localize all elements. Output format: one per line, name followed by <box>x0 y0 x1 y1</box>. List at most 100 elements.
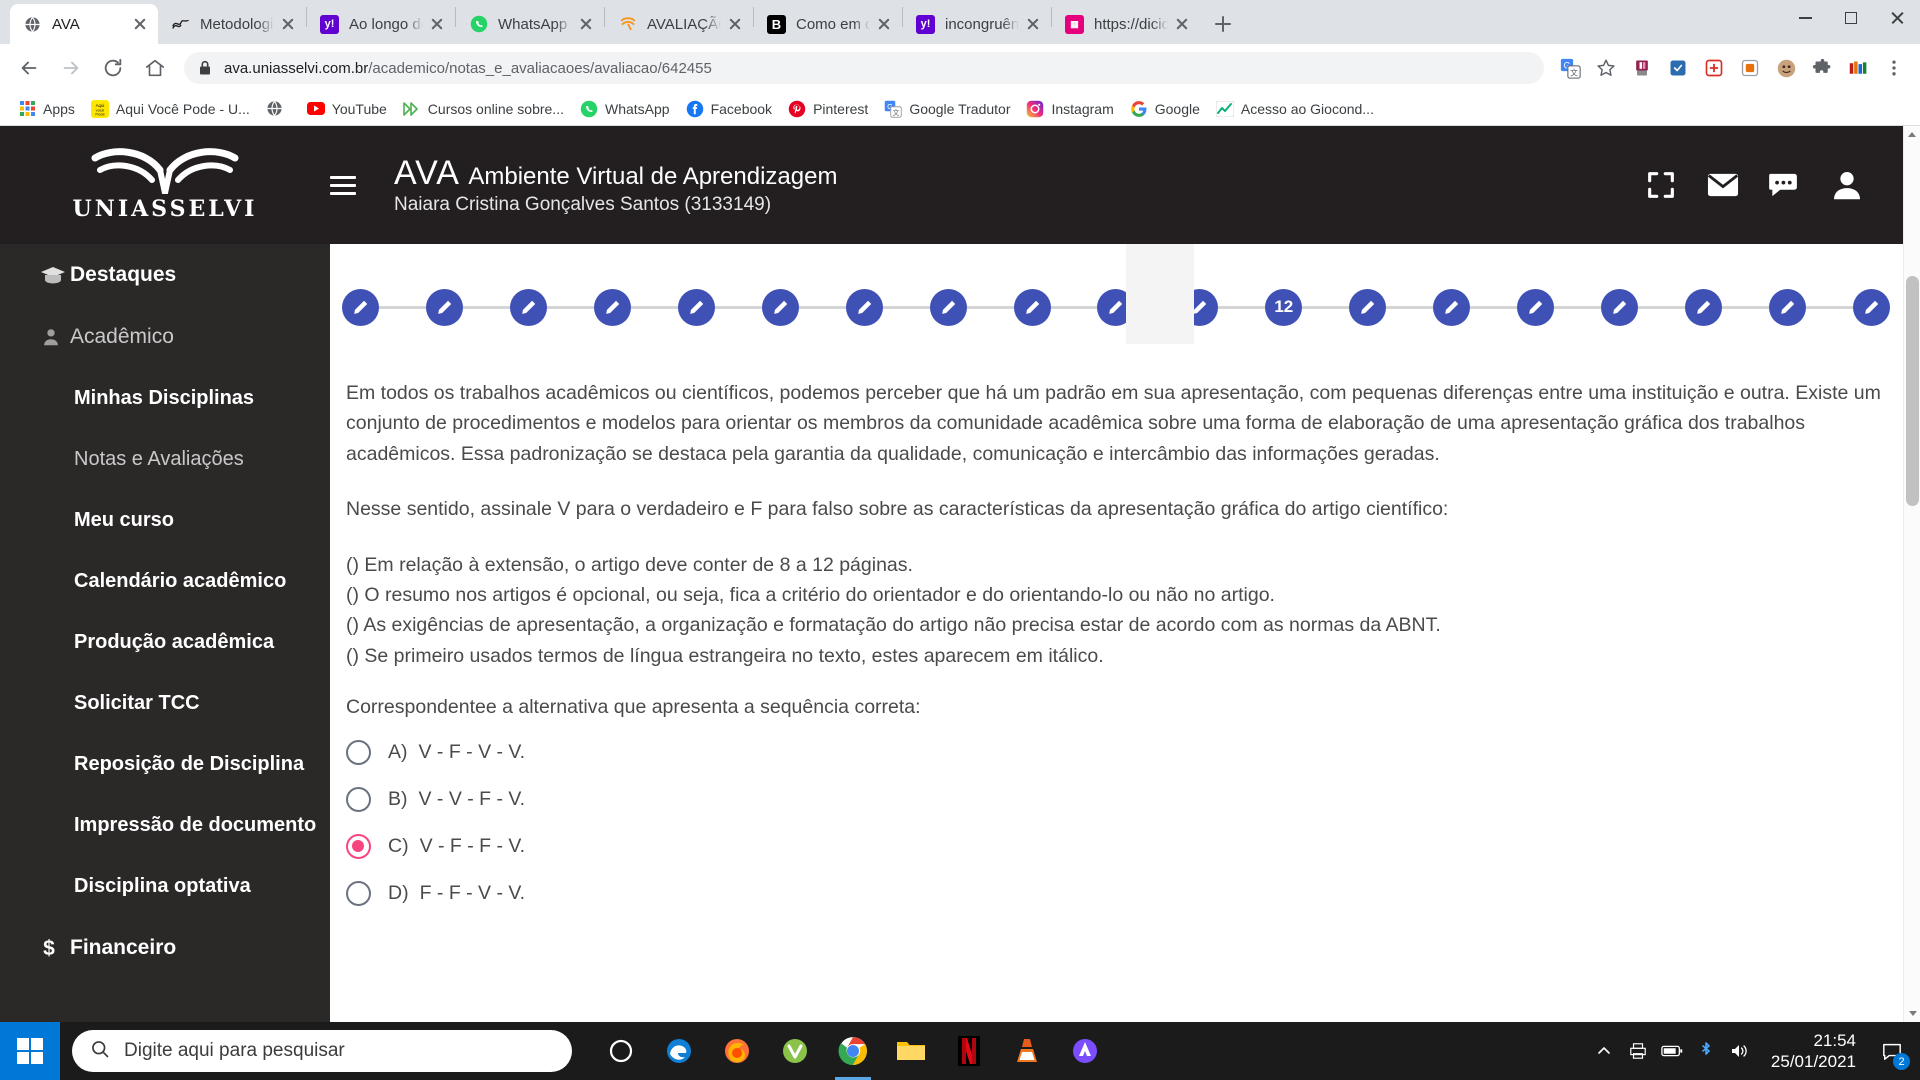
close-icon[interactable] <box>725 14 745 34</box>
taskbar-search-input[interactable]: Digite aqui para pesquisar <box>72 1030 572 1072</box>
radio-button-c-selected[interactable] <box>346 834 371 860</box>
close-icon[interactable] <box>1172 14 1192 34</box>
new-tab-button[interactable] <box>1206 7 1240 41</box>
menu-toggle[interactable] <box>330 171 356 200</box>
answer-option-a[interactable]: A) V - F - V - V. <box>346 729 1884 776</box>
vlc-icon[interactable] <box>998 1022 1056 1080</box>
bookmark-whatsapp[interactable]: WhatsApp <box>572 96 678 122</box>
browser-tab-whatsapp[interactable]: WhatsApp <box>456 4 604 44</box>
question-dot-14[interactable] <box>1433 288 1471 326</box>
extension-pink-icon[interactable] <box>1628 54 1656 82</box>
sidebar-item-impressao-de-documento[interactable]: Impressão de documento <box>0 795 330 856</box>
close-icon[interactable] <box>1023 14 1043 34</box>
question-dot-17[interactable] <box>1685 288 1722 326</box>
radio-button-a[interactable] <box>346 740 371 766</box>
forward-button[interactable] <box>53 50 89 86</box>
chrome-menu-icon[interactable] <box>1880 54 1908 82</box>
question-dot-4[interactable] <box>593 288 631 326</box>
extension-blue-icon[interactable] <box>1664 54 1692 82</box>
scrollbar-thumb[interactable] <box>1906 276 1919 506</box>
question-dot-19[interactable] <box>1852 288 1890 326</box>
volume-icon[interactable] <box>1723 1022 1757 1080</box>
scroll-down-arrow-icon[interactable] <box>1904 1005 1920 1022</box>
question-dot-8[interactable] <box>929 288 967 326</box>
sidebar-item-reposicao-de-disciplina[interactable]: Reposição de Disciplina <box>0 734 330 795</box>
address-bar[interactable]: ava.uniasselvi.com.br/academico/notas_e_… <box>184 52 1544 84</box>
bookmark-globe[interactable] <box>258 96 299 122</box>
question-dot-15[interactable] <box>1517 288 1555 326</box>
cortana-icon[interactable] <box>592 1022 650 1080</box>
reload-button[interactable] <box>95 50 131 86</box>
battery-icon[interactable] <box>1655 1022 1689 1080</box>
close-icon[interactable] <box>278 14 298 34</box>
extension-multicolor-icon[interactable] <box>1844 54 1872 82</box>
bookmark-google[interactable]: Google <box>1122 96 1208 122</box>
page-scrollbar[interactable] <box>1903 126 1920 1022</box>
sidebar-item-solicitar-tcc[interactable]: Solicitar TCC <box>0 673 330 734</box>
radio-button-b[interactable] <box>346 787 371 813</box>
question-dot-12-current[interactable]: 12 <box>1265 288 1303 326</box>
notification-center-button[interactable]: 2 <box>1870 1022 1914 1080</box>
translate-icon[interactable]: G文 <box>1556 54 1584 82</box>
sidebar-item-producao-academica[interactable]: Produção acadêmica <box>0 612 330 673</box>
bookmark-star-icon[interactable] <box>1592 54 1620 82</box>
extension-avatar-icon[interactable] <box>1772 54 1800 82</box>
home-button[interactable] <box>137 50 173 86</box>
sidebar-item-notas-e-avaliacoes[interactable]: Notas e Avaliações <box>0 429 330 490</box>
browser-tab-ao-longo-do[interactable]: y! Ao longo do <box>307 4 455 44</box>
answer-option-d[interactable]: D) F - F - V - V. <box>346 870 1884 917</box>
radio-button-d[interactable] <box>346 881 371 907</box>
maximize-button[interactable] <box>1828 0 1874 36</box>
sidebar-item-disciplina-optativa[interactable]: Disciplina optativa <box>0 856 330 917</box>
question-dot-6[interactable] <box>761 288 799 326</box>
edge-icon[interactable] <box>650 1022 708 1080</box>
avast-icon[interactable] <box>1056 1022 1114 1080</box>
browser-tab-ava[interactable]: AVA <box>10 4 158 44</box>
question-dot-5[interactable] <box>677 288 715 326</box>
browser-tab-dicio[interactable]: ▦ https://dicio <box>1052 4 1200 44</box>
sidebar-item-meu-curso[interactable]: Meu curso <box>0 490 330 551</box>
bookmark-apps[interactable]: Apps <box>10 96 83 122</box>
minimize-button[interactable] <box>1782 0 1828 36</box>
bookmark-instagram[interactable]: Instagram <box>1018 96 1121 122</box>
bookmark-cursos-online[interactable]: Cursos online sobre... <box>395 96 572 122</box>
browser-tab-incongruencia[interactable]: y! incongruênc <box>903 4 1051 44</box>
question-dot-3[interactable] <box>509 288 547 326</box>
uniasselvi-logo[interactable]: UNIASSELVI <box>0 148 330 222</box>
fullscreen-icon[interactable] <box>1630 154 1692 216</box>
question-dot-13[interactable] <box>1349 288 1387 326</box>
browser-tab-avaliacao[interactable]: AVALIAÇÃO <box>605 4 753 44</box>
netflix-icon[interactable] <box>940 1022 998 1080</box>
printer-icon[interactable] <box>1621 1022 1655 1080</box>
browser-tab-como-em-qu[interactable]: B Como em qu <box>754 4 902 44</box>
sidebar-item-destaques[interactable]: Destaques <box>0 244 330 306</box>
sidebar-item-academico[interactable]: Acadêmico <box>0 306 330 368</box>
bookmark-youtube[interactable]: YouTube <box>299 96 395 122</box>
vivaldi-icon[interactable] <box>766 1022 824 1080</box>
question-dot-9[interactable] <box>1013 288 1051 326</box>
back-button[interactable] <box>11 50 47 86</box>
question-dot-16[interactable] <box>1601 288 1639 326</box>
bookmark-facebook[interactable]: Facebook <box>678 96 780 122</box>
close-icon[interactable] <box>130 14 150 34</box>
extension-red-icon[interactable] <box>1700 54 1728 82</box>
question-dot-2[interactable] <box>425 288 463 326</box>
bookmark-acesso-giocond[interactable]: Acesso ao Giocond... <box>1208 96 1382 122</box>
taskbar-clock[interactable]: 21:54 25/01/2021 <box>1757 1030 1870 1073</box>
sidebar-item-financeiro[interactable]: $ Financeiro <box>0 917 330 979</box>
start-button[interactable] <box>0 1022 60 1080</box>
sidebar-item-calendario-academico[interactable]: Calendário acadêmico <box>0 551 330 612</box>
file-explorer-icon[interactable] <box>882 1022 940 1080</box>
question-dot-1[interactable] <box>342 288 379 326</box>
close-icon[interactable] <box>874 14 894 34</box>
close-icon[interactable] <box>427 14 447 34</box>
bookmark-google-tradutor[interactable]: G文 Google Tradutor <box>876 96 1018 122</box>
firefox-icon[interactable] <box>708 1022 766 1080</box>
question-dot-7[interactable] <box>845 288 883 326</box>
extensions-puzzle-icon[interactable] <box>1808 54 1836 82</box>
user-icon[interactable] <box>1816 154 1878 216</box>
question-dot-18[interactable] <box>1768 288 1806 326</box>
close-window-button[interactable] <box>1874 0 1920 36</box>
browser-tab-metodologia[interactable]: Metodologia <box>158 4 306 44</box>
mail-icon[interactable] <box>1692 154 1754 216</box>
